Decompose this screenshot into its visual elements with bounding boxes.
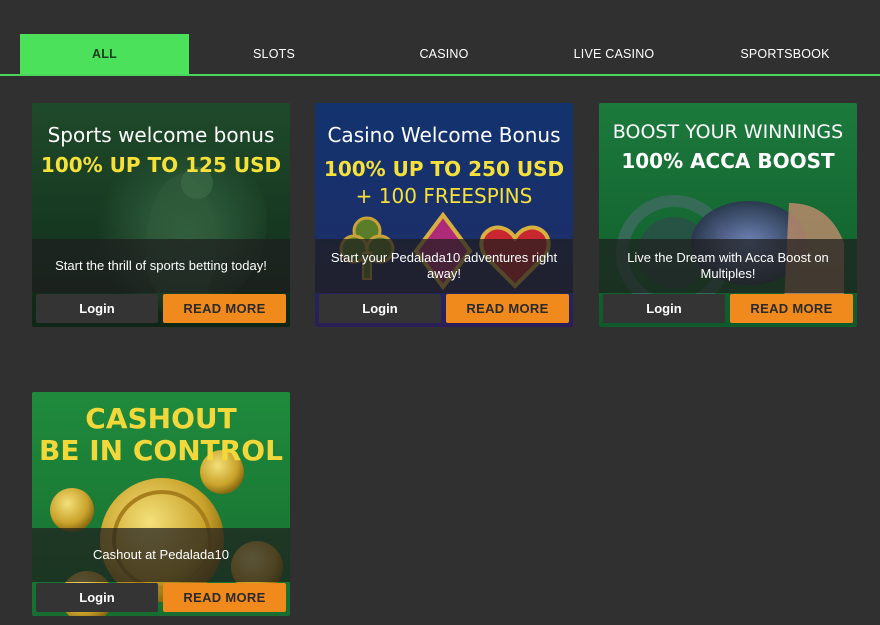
promo-caption: Start the thrill of sports betting today… [32,239,290,293]
promo-subtitle: 100% ACCA BOOST [621,149,835,173]
promo-subtitle: 100% UP TO 125 USD [40,153,282,177]
tab-live-casino[interactable]: LIVE CASINO [529,34,699,74]
promo-subtitle-line2: + 100 FREESPINS [355,184,533,208]
read-more-button[interactable]: READ MORE [163,294,286,323]
login-button[interactable]: Login [603,294,725,323]
promo-caption: Live the Dream with Acca Boost on Multip… [599,239,857,293]
promo-card-casino-welcome: Casino Welcome Bonus 100% UP TO 250 USD … [315,103,573,327]
tab-casino[interactable]: CASINO [359,34,529,74]
promo-title: CASHOUT [85,402,237,435]
promo-title: BOOST YOUR WINNINGS [612,121,844,143]
read-more-button[interactable]: READ MORE [730,294,853,323]
promo-title: Casino Welcome Bonus [327,123,561,147]
promo-subtitle: 100% UP TO 250 USD [323,157,565,181]
tab-all[interactable]: ALL [20,34,189,74]
promo-subtitle: BE IN CONTROL [39,434,283,467]
login-button[interactable]: Login [319,294,441,323]
category-tabs: ALL SLOTS CASINO LIVE CASINO SPORTSBOOK [0,34,880,76]
login-button[interactable]: Login [36,294,158,323]
promo-caption: Start your Pedalada10 adventures right a… [315,239,573,293]
promo-card-acca-boost: BOOST YOUR WINNINGS 100% ACCA BOOST Live… [599,103,857,327]
read-more-button[interactable]: READ MORE [446,294,569,323]
promo-title: Sports welcome bonus [47,123,275,147]
read-more-button[interactable]: READ MORE [163,583,286,612]
promo-card-cashout: CASHOUT BE IN CONTROL Cashout at Pedalad… [32,392,290,616]
tab-slots[interactable]: SLOTS [189,34,359,74]
promo-card-sports-welcome: Sports welcome bonus 100% UP TO 125 USD … [32,103,290,327]
login-button[interactable]: Login [36,583,158,612]
promo-caption: Cashout at Pedalada10 [32,528,290,582]
tab-sportsbook[interactable]: SPORTSBOOK [699,34,871,74]
